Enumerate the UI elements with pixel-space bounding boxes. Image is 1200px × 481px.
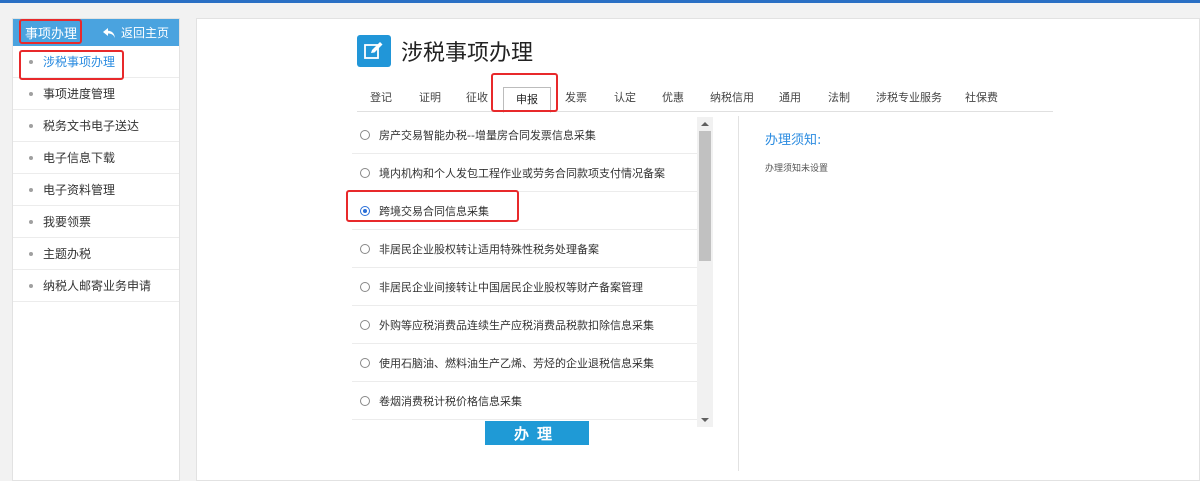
tab-legal[interactable]: 法制 xyxy=(828,92,850,104)
sidebar-item-progress[interactable]: 事项进度管理 xyxy=(13,78,179,110)
list-item[interactable]: 外购等应税消费品连续生产应税消费品税款扣除信息采集 xyxy=(352,306,697,344)
sidebar-item-tax-matters[interactable]: 涉税事项办理 xyxy=(13,46,179,78)
bullet-icon xyxy=(29,59,33,64)
radio-button[interactable] xyxy=(360,167,370,178)
list-item[interactable]: 使用石脑油、燃料油生产乙烯、芳烃的企业退税信息采集 xyxy=(352,344,697,382)
tab-collection[interactable]: 征收 xyxy=(466,92,488,104)
option-label: 房产交易智能办税--增量房合同发票信息采集 xyxy=(379,128,596,142)
list-item[interactable]: 卷烟消费税计税价格信息采集 xyxy=(352,382,697,420)
tab-professional-service[interactable]: 涉税专业服务 xyxy=(876,92,942,104)
bullet-icon xyxy=(29,91,33,96)
sidebar-item-label: 涉税事项办理 xyxy=(43,55,116,69)
bullet-icon xyxy=(29,251,33,256)
option-label: 非居民企业股权转让适用特殊性税务处理备案 xyxy=(379,242,599,256)
sidebar-item-download[interactable]: 电子信息下载 xyxy=(13,142,179,174)
option-label: 境内机构和个人发包工程作业或劳务合同款项支付情况备案 xyxy=(379,166,665,180)
notice-title: 办理须知: xyxy=(765,133,822,148)
panel-divider xyxy=(738,116,739,471)
page-title: 涉税事项办理 xyxy=(401,41,534,66)
tab-preferential[interactable]: 优惠 xyxy=(662,92,684,104)
title-row: 涉税事项办理 xyxy=(357,35,533,67)
tab-recognition[interactable]: 认定 xyxy=(614,92,636,104)
radio-button[interactable] xyxy=(360,357,370,368)
option-label: 非居民企业间接转让中国居民企业股权等财产备案管理 xyxy=(379,280,643,294)
sidebar-item-e-delivery[interactable]: 税务文书电子送达 xyxy=(13,110,179,142)
sidebar-item-label: 主题办税 xyxy=(43,247,92,261)
radio-button-selected[interactable] xyxy=(360,205,370,216)
back-home-label: 返回主页 xyxy=(120,26,169,40)
sidebar: 事项办理 返回主页 涉税事项办理 事项进度管理 税务文书电子送达 电子信息下载 … xyxy=(12,18,180,481)
list-scrollbar[interactable] xyxy=(697,117,713,427)
radio-button[interactable] xyxy=(360,281,370,292)
option-label: 外购等应税消费品连续生产应税消费品税款扣除信息采集 xyxy=(379,318,654,332)
sidebar-menu: 涉税事项办理 事项进度管理 税务文书电子送达 电子信息下载 电子资料管理 我要领… xyxy=(13,46,179,302)
list-item[interactable]: 房产交易智能办税--增量房合同发票信息采集 xyxy=(352,116,697,154)
main-panel: 涉税事项办理 登记 证明 征收 申报 发票 认定 优惠 纳税信用 通用 法制 涉… xyxy=(196,18,1200,481)
bullet-icon xyxy=(29,219,33,224)
tab-register[interactable]: 登记 xyxy=(370,92,392,104)
sidebar-item-e-materials[interactable]: 电子资料管理 xyxy=(13,174,179,206)
sidebar-item-label: 电子资料管理 xyxy=(43,183,116,197)
back-home-link[interactable]: 返回主页 xyxy=(102,24,169,41)
option-label: 卷烟消费税计税价格信息采集 xyxy=(379,394,522,408)
scroll-down-icon[interactable] xyxy=(697,413,713,427)
list-item[interactable]: 跨境交易合同信息采集 xyxy=(352,192,697,230)
sidebar-item-theme[interactable]: 主题办税 xyxy=(13,238,179,270)
top-strip xyxy=(0,0,1200,3)
notice-text: 办理须知未设置 xyxy=(765,164,829,174)
sidebar-item-label: 电子信息下载 xyxy=(43,151,116,165)
tab-social-security[interactable]: 社保费 xyxy=(965,92,998,104)
submit-button[interactable]: 办理 xyxy=(485,421,589,445)
tab-general[interactable]: 通用 xyxy=(779,92,801,104)
list-item[interactable]: 非居民企业间接转让中国居民企业股权等财产备案管理 xyxy=(352,268,697,306)
bullet-icon xyxy=(29,187,33,192)
sidebar-item-label: 我要领票 xyxy=(43,215,92,229)
tab-tax-credit[interactable]: 纳税信用 xyxy=(710,92,754,104)
bullet-icon xyxy=(29,283,33,288)
sidebar-item-label: 税务文书电子送达 xyxy=(43,119,140,133)
option-label: 跨境交易合同信息采集 xyxy=(379,204,489,218)
sidebar-item-receive-invoice[interactable]: 我要领票 xyxy=(13,206,179,238)
tab-invoice[interactable]: 发票 xyxy=(565,92,587,104)
sidebar-item-label: 纳税人邮寄业务申请 xyxy=(43,279,152,293)
radio-button[interactable] xyxy=(360,129,370,140)
radio-button[interactable] xyxy=(360,243,370,254)
bullet-icon xyxy=(29,123,33,128)
sidebar-title: 事项办理 xyxy=(25,27,78,42)
list-item[interactable]: 非居民企业股权转让适用特殊性税务处理备案 xyxy=(352,230,697,268)
sidebar-item-mail[interactable]: 纳税人邮寄业务申请 xyxy=(13,270,179,302)
scrollbar-thumb[interactable] xyxy=(699,131,711,261)
back-arrow-icon xyxy=(102,27,115,38)
sidebar-item-label: 事项进度管理 xyxy=(43,87,116,101)
edit-icon xyxy=(357,35,391,67)
tab-certificate[interactable]: 证明 xyxy=(419,92,441,104)
tab-bar: 登记 证明 征收 申报 发票 认定 优惠 纳税信用 通用 法制 涉税专业服务 社… xyxy=(357,87,1053,113)
sidebar-header: 事项办理 返回主页 xyxy=(13,19,179,46)
radio-button[interactable] xyxy=(360,319,370,330)
tab-declaration[interactable]: 申报 xyxy=(503,87,551,113)
scroll-up-icon[interactable] xyxy=(697,117,713,131)
bullet-icon xyxy=(29,155,33,160)
radio-button[interactable] xyxy=(360,395,370,406)
option-label: 使用石脑油、燃料油生产乙烯、芳烃的企业退税信息采集 xyxy=(379,356,654,370)
list-item[interactable]: 境内机构和个人发包工程作业或劳务合同款项支付情况备案 xyxy=(352,154,697,192)
